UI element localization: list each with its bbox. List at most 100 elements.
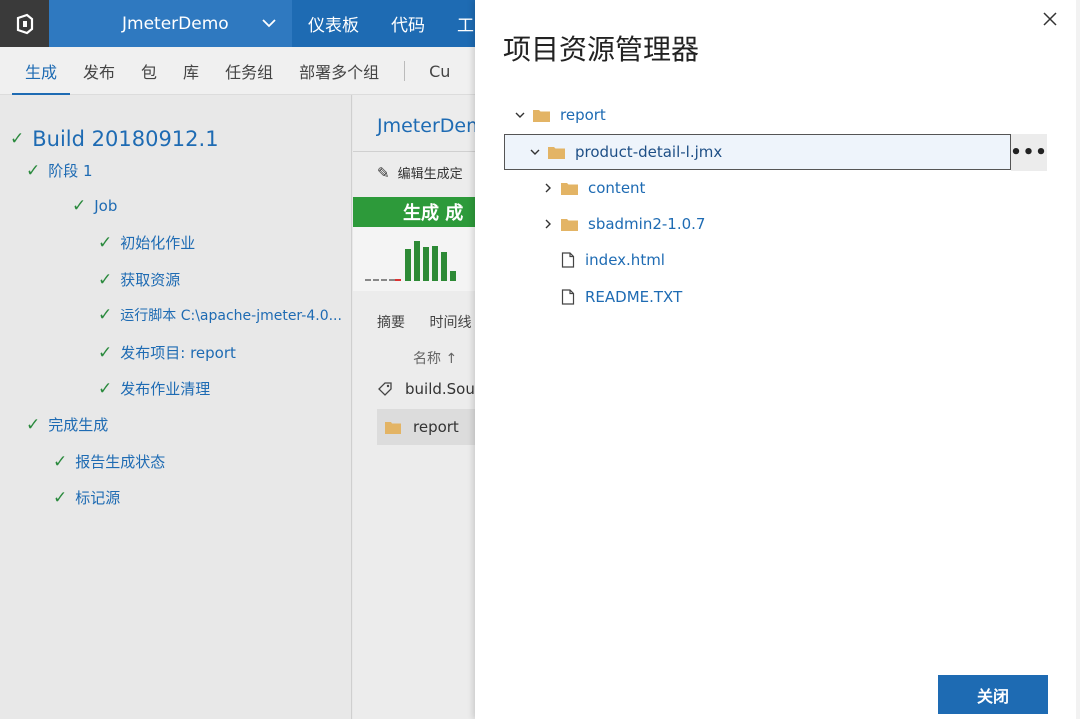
pipeline-title[interactable]: JmeterDem [377,115,475,137]
edit-build-button[interactable]: ✎ 编辑生成定 [377,163,463,183]
tab-summary[interactable]: 摘要 [377,315,405,331]
tree-item[interactable]: ✓ 报告生成状态 [53,451,165,472]
project-selector[interactable]: JmeterDemo [49,0,292,47]
build-title-row[interactable]: ✓ Build 20180912.1 [10,127,219,151]
artifact-label: report [413,418,459,436]
history-baseline [365,279,395,281]
chevron-right-icon[interactable] [541,183,555,193]
tree-node-label: README.TXT [585,288,683,306]
summary-tabs: 摘要 时间线 [377,312,475,332]
check-icon: ✓ [98,378,113,399]
folder-icon [385,420,401,434]
history-bar[interactable] [405,249,411,281]
tree-item[interactable]: ✓ 阶段 1 [26,160,93,181]
check-icon: ✓ [53,487,68,508]
project-name: JmeterDemo [122,13,229,34]
nav-dashboard[interactable]: 仪表板 [292,11,375,36]
tree-item-label: Job [94,197,118,215]
tab-task-groups[interactable]: 任务组 [212,47,286,95]
artifact-row[interactable]: build.Sou [377,380,475,398]
tree-item-label: 发布作业清理 [120,380,211,398]
tree-item-label: 报告生成状态 [75,453,166,471]
tree-node-folder[interactable]: report [513,97,606,133]
build-steps-tree: ✓ Build 20180912.1 ✓ 阶段 1 ✓ Job ✓ 初始化作业 … [0,95,352,719]
logo-icon [16,13,33,34]
tab-library[interactable]: 库 [170,47,212,95]
tab-builds[interactable]: 生成 [12,47,71,95]
top-nav: 仪表板 代码 工 [292,0,490,47]
tree-item-label: 初始化作业 [120,234,196,252]
tree-item[interactable]: ✓ 标记源 [53,487,120,508]
divider [404,61,406,81]
tree-node-file[interactable]: README.TXT [561,279,682,315]
artifact-row[interactable]: report [377,409,475,445]
check-icon: ✓ [26,160,41,181]
tree-item-label: 阶段 1 [48,162,93,180]
nav-code[interactable]: 代码 [375,11,441,36]
tree-node-folder-selected[interactable]: product-detail-l.jmx [504,134,1011,170]
folder-icon [548,145,565,159]
history-bar[interactable] [423,247,429,281]
tree-node-label: product-detail-l.jmx [575,143,723,161]
check-icon: ✓ [98,269,113,290]
history-bar[interactable] [450,271,456,281]
chevron-down-icon [262,19,276,28]
folder-icon [561,181,578,195]
tab-deployment-groups[interactable]: 部署多个组 [286,47,392,95]
check-icon: ✓ [26,414,41,435]
failed-build-marker [395,279,401,281]
history-bar[interactable] [432,246,438,281]
tree-node-file[interactable]: index.html [561,242,665,278]
tree-item-label: 获取资源 [120,271,181,289]
tree-item-label: 发布项目: report [120,344,236,362]
tree-item-label: 完成生成 [48,416,109,434]
tree-node-label: index.html [585,251,665,269]
close-button[interactable]: 关闭 [938,675,1048,714]
check-icon: ✓ [53,451,68,472]
tree-item[interactable]: ✓ 发布作业清理 [98,378,210,399]
tree-item[interactable]: ✓ Job [72,196,117,216]
tree-node-label: report [560,106,606,124]
check-icon: ✓ [98,342,113,363]
tree-item[interactable]: ✓ 获取资源 [98,269,180,290]
tree-item[interactable]: ✓ 完成生成 [26,414,108,435]
check-icon: ✓ [10,129,25,149]
edit-build-label: 编辑生成定 [397,167,463,182]
app-logo[interactable] [0,0,49,47]
tree-item[interactable]: ✓ 初始化作业 [98,232,195,253]
folder-icon [561,217,578,231]
build-summary-panel: JmeterDem ✎ 编辑生成定 生成 成 摘要 时间线 名称 ↑ build… [353,95,475,719]
tree-item[interactable]: ✓ 发布项目: report [98,342,236,363]
tab-releases[interactable]: 发布 [70,47,128,95]
folder-icon [533,108,550,122]
tree-item[interactable]: ✓ 运行脚本 C:\apache-jmeter-4.0... [98,305,350,325]
build-title: Build 20180912.1 [32,127,219,151]
close-icon[interactable] [1040,9,1060,29]
tab-packages[interactable]: 包 [128,47,170,95]
file-icon [561,289,575,305]
divider [353,151,475,152]
history-bar[interactable] [441,252,447,281]
check-icon: ✓ [98,305,113,325]
status-banner: 生成 成 [353,197,475,227]
check-icon: ✓ [72,196,87,216]
pencil-icon: ✎ [377,163,390,182]
history-bar[interactable] [414,241,420,281]
chevron-down-icon[interactable] [513,110,527,120]
artifact-label: build.Sou [405,380,475,398]
tree-node-folder[interactable]: sbadmin2-1.0.7 [541,206,705,242]
file-icon [561,252,575,268]
more-actions-button[interactable]: ••• [1010,134,1047,171]
tree-node-folder[interactable]: content [541,170,645,206]
check-icon: ✓ [98,232,113,253]
chevron-down-icon[interactable] [528,147,542,157]
column-header-name[interactable]: 名称 ↑ [413,348,457,368]
tree-node-label: sbadmin2-1.0.7 [588,215,706,233]
tree-item-label: 标记源 [75,489,121,507]
build-history-chart [353,227,475,291]
tab-overflow[interactable]: Cu [417,47,450,95]
tree-item-label: 运行脚本 C:\apache-jmeter-4.0... [120,308,342,324]
tab-timeline[interactable]: 时间线 [429,315,471,331]
scrollbar-track[interactable] [1076,0,1080,719]
chevron-right-icon[interactable] [541,219,555,229]
